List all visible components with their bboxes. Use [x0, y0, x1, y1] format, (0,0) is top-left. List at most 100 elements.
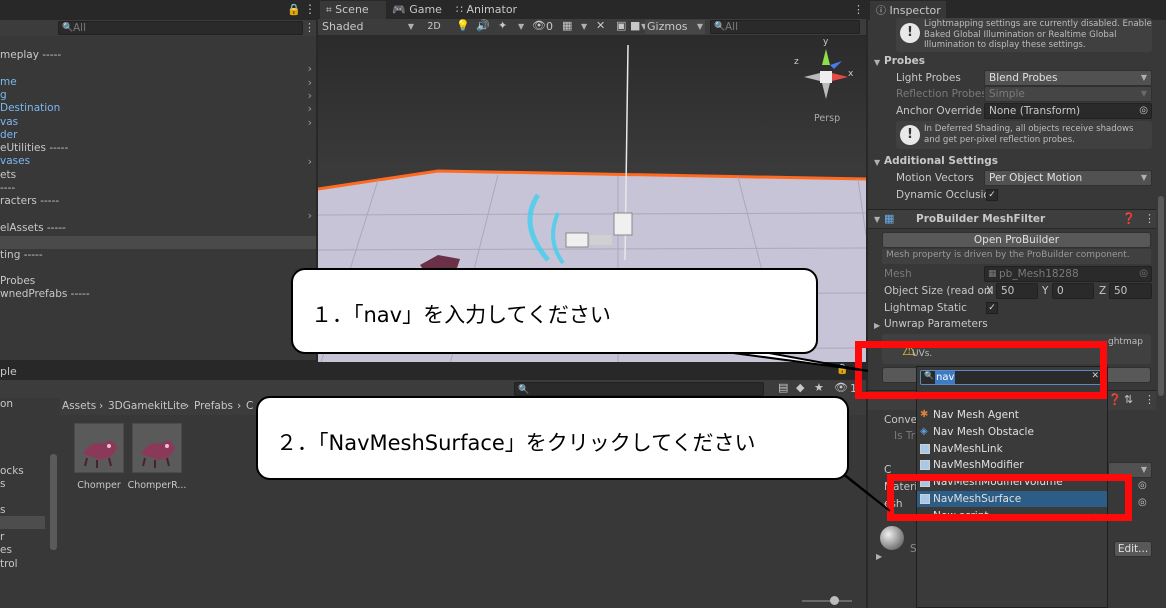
motion-vectors-dropdown[interactable]: Per Object Motion ▼	[984, 170, 1152, 186]
chevron-down-icon[interactable]: ▼	[874, 58, 880, 67]
project-folder-item[interactable]: on	[0, 398, 13, 411]
more-menu-icon[interactable]: ⋮	[304, 2, 316, 16]
hierarchy-item[interactable]: eUtilities -----	[0, 142, 316, 155]
asset-item[interactable]: ChomperR...	[128, 423, 186, 495]
asset-item[interactable]: Chomper	[72, 423, 126, 495]
tab-game[interactable]: 🎮 Game	[388, 1, 452, 19]
hierarchy-item[interactable]: Probes	[0, 275, 316, 288]
size-x-field[interactable]: 50	[996, 283, 1038, 299]
unwrap-parameters-label[interactable]: Unwrap Parameters	[884, 318, 988, 330]
zoom-slider-handle[interactable]	[830, 596, 839, 605]
chevron-down-icon[interactable]: ▼	[874, 158, 880, 167]
inspector-scrollbar[interactable]	[1158, 196, 1164, 396]
hierarchy-selected-row[interactable]	[0, 236, 316, 249]
anchor-override-field[interactable]: None (Transform) ◎	[984, 103, 1152, 119]
hierarchy-item[interactable]	[0, 262, 316, 275]
component-list-item[interactable]: ✱ Nav Mesh Agent	[917, 407, 1107, 423]
gizmos-dropdown[interactable]: Gizmos ▼	[645, 20, 705, 34]
project-selected-folder[interactable]	[0, 516, 45, 529]
hierarchy-item[interactable]: ets	[0, 169, 316, 182]
help-icon[interactable]: ❓	[1122, 212, 1136, 225]
hierarchy-item[interactable]: der	[0, 129, 316, 142]
component-list-item[interactable]: NavMeshLink	[917, 441, 1107, 457]
project-folder-item[interactable]: es	[0, 544, 12, 557]
hierarchy-item[interactable]: ----	[0, 182, 316, 195]
toggle-2d-button[interactable]: 2D	[424, 20, 444, 34]
chevron-right-icon[interactable]: ›	[308, 102, 312, 115]
component-list-item[interactable]: NavMeshModifier	[917, 457, 1107, 473]
hierarchy-item[interactable]: g ›	[0, 89, 316, 102]
hierarchy-item[interactable]: racters -----	[0, 195, 316, 208]
tools-icon[interactable]: ✕	[596, 19, 605, 32]
hierarchy-item[interactable]: Destination ›	[0, 102, 316, 115]
breadcrumb-item[interactable]: Assets	[62, 400, 96, 412]
hierarchy-search-input[interactable]: 🔍 All	[58, 21, 303, 35]
object-picker-icon[interactable]: ◎	[1139, 104, 1148, 118]
additional-settings-header[interactable]: Additional Settings	[884, 155, 998, 167]
hierarchy-item[interactable]: me ›	[0, 76, 316, 89]
chevron-right-icon[interactable]: ›	[308, 89, 312, 102]
dynamic-occlusion-checkbox[interactable]: ✓	[986, 189, 998, 201]
light-probes-dropdown[interactable]: Blend Probes ▼	[984, 70, 1152, 86]
hierarchy-item[interactable]: ting -----	[0, 249, 316, 262]
lock-icon[interactable]: 🔒	[287, 3, 301, 16]
tab-scene[interactable]: ⌗ Scene	[320, 1, 386, 19]
component-tools-icon[interactable]: ▣	[616, 19, 626, 32]
hierarchy-item[interactable]: vas ›	[0, 116, 316, 129]
hierarchy-item[interactable]: wnedPrefabs -----	[0, 288, 316, 301]
persp-label[interactable]: Persp	[814, 113, 840, 124]
preset-icon[interactable]: ⇅	[1124, 393, 1133, 406]
object-picker-icon[interactable]: ◎	[1138, 497, 1147, 508]
project-folder-item[interactable]: r	[0, 531, 4, 544]
scene-search-input[interactable]: 🔍 All	[710, 20, 860, 34]
chevron-down-icon[interactable]: ▼	[581, 22, 587, 31]
tab-project[interactable]: ple	[0, 365, 17, 378]
probes-header[interactable]: Probes	[884, 55, 925, 67]
project-folder-item[interactable]: ocks	[0, 465, 24, 478]
chevron-right-icon[interactable]: ›	[308, 76, 312, 89]
chevron-right-icon[interactable]: ›	[308, 116, 312, 129]
hierarchy-item[interactable]: ›	[0, 62, 316, 75]
effects-toggle-icon[interactable]: ✦	[498, 19, 507, 32]
chevron-right-icon[interactable]: ›	[308, 62, 312, 75]
zoom-slider[interactable]	[802, 596, 852, 605]
hierarchy-item[interactable]: elAssets -----	[0, 222, 316, 235]
scene-visibility-icon[interactable]: 👁	[532, 19, 546, 32]
lightmap-static-checkbox[interactable]: ✓	[986, 302, 998, 314]
chevron-right-icon[interactable]: ›	[308, 155, 312, 168]
orientation-gizmo[interactable]: y x z Persp	[794, 37, 856, 124]
chevron-right-icon[interactable]: ▶	[874, 321, 880, 330]
edit-button[interactable]: Edit...	[1114, 541, 1152, 557]
breadcrumb-item[interactable]: 3DGamekitLite	[108, 400, 186, 412]
chevron-right-icon[interactable]: ▶	[876, 552, 882, 561]
hierarchy-item[interactable]: vases ›	[0, 155, 316, 168]
project-folder-item[interactable]: s	[0, 478, 5, 491]
more-menu-icon[interactable]: ⋮	[304, 21, 315, 34]
camera-icon[interactable]: ■	[630, 19, 640, 32]
component-list-item[interactable]: ◈ Nav Mesh Obstacle	[917, 424, 1107, 440]
open-probuilder-button[interactable]: Open ProBuilder	[882, 232, 1151, 248]
breadcrumb-item[interactable]: C	[246, 400, 253, 412]
hierarchy-item[interactable]: ›	[0, 209, 316, 222]
more-menu-icon[interactable]: ⋮	[853, 3, 864, 16]
tab-animator[interactable]: ∷ Animator	[452, 1, 532, 19]
audio-toggle-icon[interactable]: 🔊	[476, 19, 490, 32]
project-tree-scrollbar[interactable]	[50, 454, 57, 550]
object-picker-icon[interactable]: ◎	[1138, 480, 1147, 491]
hierarchy-item[interactable]: meplay -----	[0, 49, 316, 62]
chevron-right-icon[interactable]: ›	[308, 209, 312, 222]
breadcrumb-item[interactable]: Prefabs	[194, 400, 233, 412]
size-y-field[interactable]: 0	[1052, 283, 1094, 299]
grid-toggle-icon[interactable]: ▦	[562, 19, 572, 32]
project-folder-item[interactable]: trol	[0, 558, 18, 571]
chevron-down-icon[interactable]: ▼	[518, 22, 524, 31]
more-menu-icon[interactable]: ⋮	[1144, 393, 1155, 406]
probuilder-header[interactable]: ▼ ▦ ProBuilder MeshFilter ❓ ⋮	[868, 209, 1156, 229]
help-icon[interactable]: ❓	[1108, 393, 1122, 406]
lighting-toggle-icon[interactable]: 💡	[456, 19, 470, 32]
shading-mode-dropdown[interactable]: Shaded ▼	[320, 20, 416, 34]
light-probes-value: Blend Probes	[989, 72, 1058, 84]
more-menu-icon[interactable]: ⋮	[1144, 212, 1155, 225]
hierarchy-item-label: ting -----	[0, 248, 43, 261]
size-z-field[interactable]: 50	[1109, 283, 1152, 299]
